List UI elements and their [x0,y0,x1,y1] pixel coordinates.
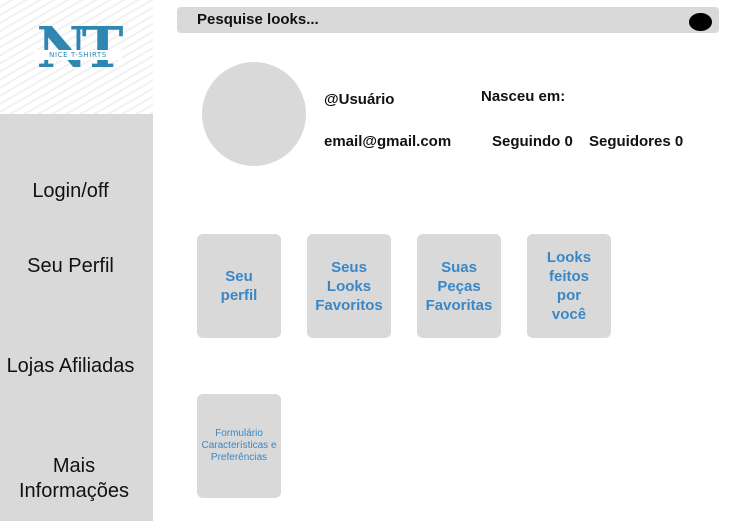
card-label: Seu perfil [220,268,258,304]
profile-followers-count[interactable]: Seguidores 0 [589,133,683,150]
sidebar-item-seu-perfil[interactable]: Seu Perfil [0,254,147,279]
profile-username: @Usuário [324,91,395,108]
card-seu-perfil[interactable]: Seu perfil [197,234,281,338]
profile-birth-label: Nasceu em: [481,88,566,105]
search-input[interactable]: Pesquise looks... [197,11,319,28]
card-label: Looks feitos por você [546,249,592,323]
card-label: Suas Peças Favoritas [425,258,493,314]
card-label: Seus Looks Favoritos [315,258,383,314]
card-looks-feitos-por-voce[interactable]: Looks feitos por você [527,234,611,338]
card-seus-looks-favoritos[interactable]: Seus Looks Favoritos [307,234,391,338]
card-formulario-preferencias[interactable]: Formulário Características e Preferência… [197,394,281,498]
profile-email: email@gmail.com [324,133,452,150]
search-button-icon[interactable] [689,13,712,31]
logo-letters: NT [36,15,124,81]
sidebar-item-login[interactable]: Login/off [0,179,147,204]
search-bar[interactable]: Pesquise looks... [177,7,719,33]
avatar[interactable] [202,62,306,166]
card-suas-pecas-favoritas[interactable]: Suas Peças Favoritas [417,234,501,338]
sidebar-item-lojas-afiliadas[interactable]: Lojas Afiliadas [0,354,147,379]
logo-tagline: NICE T-SHIRTS [34,50,122,60]
sidebar-item-mais-informacoes[interactable]: Mais Informações [14,454,134,504]
logo-area: NT NICE T-SHIRTS [0,0,153,114]
profile-following-count[interactable]: Seguindo 0 [492,133,573,150]
card-label: Formulário Características e Preferência… [201,428,277,463]
nice-tshirts-logo[interactable]: NT NICE T-SHIRTS [28,16,126,86]
sidebar: Login/off Seu Perfil Lojas Afiliadas Mai… [0,114,153,521]
